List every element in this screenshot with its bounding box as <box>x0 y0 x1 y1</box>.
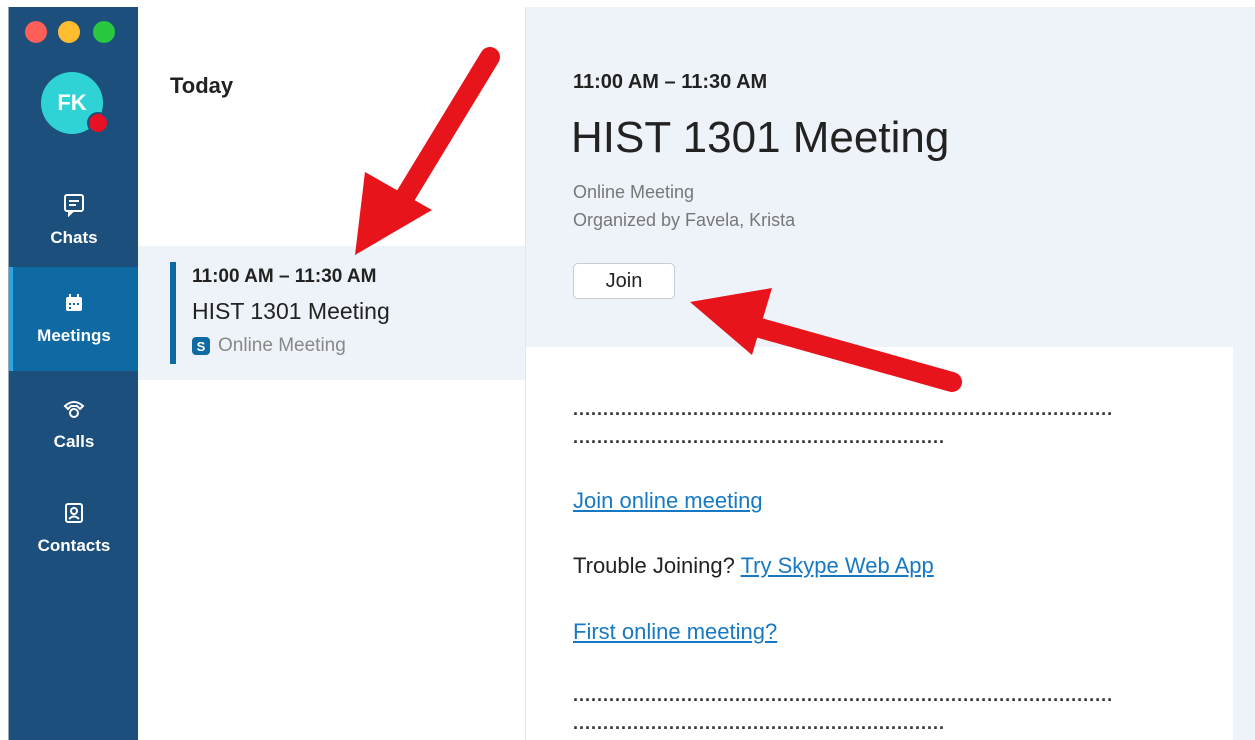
avatar[interactable]: FK <box>41 72 109 134</box>
calendar-icon <box>63 292 85 314</box>
separator-dots: ........................................… <box>573 713 946 733</box>
detail-subtitle: Online Meeting <box>573 182 695 202</box>
separator-dots: ........................................… <box>573 427 946 447</box>
sidebar-item-calls[interactable]: Calls <box>9 373 139 477</box>
join-online-meeting-link[interactable]: Join online meeting <box>573 488 763 514</box>
section-title: Today <box>170 73 234 98</box>
skype-icon: S <box>192 337 210 355</box>
sidebar-item-label: Contacts <box>37 536 111 555</box>
minimize-window-button[interactable] <box>58 21 80 43</box>
avatar-initials: FK <box>57 90 87 115</box>
sidebar-item-label: Calls <box>53 432 95 451</box>
sidebar-item-chats[interactable]: Chats <box>9 169 139 273</box>
join-button[interactable]: Join <box>573 263 675 299</box>
meeting-list-pane: Today 11:00 AM – 11:30 AM HIST 1301 Meet… <box>138 7 526 740</box>
meeting-type: S Online Meeting <box>192 335 346 357</box>
separator-dots: ........................................… <box>573 399 1114 419</box>
page-title: HIST 1301 Meeting <box>571 113 950 162</box>
close-window-button[interactable] <box>25 21 47 43</box>
meeting-body: ........................................… <box>526 347 1233 740</box>
skype-web-app-link[interactable]: Try Skype Web App <box>741 553 934 578</box>
detail-organizer: Organized by Favela, Krista <box>573 210 796 230</box>
trouble-joining-line: Trouble Joining? Try Skype Web App <box>573 553 934 579</box>
sidebar-item-label: Meetings <box>37 326 111 345</box>
selection-indicator <box>170 262 176 364</box>
skype-window: FK Chats Meetings Calls Contacts Today 1… <box>0 0 1255 740</box>
meeting-title: HIST 1301 Meeting <box>192 298 390 324</box>
trouble-joining-text: Trouble Joining? <box>573 553 735 578</box>
list-item[interactable]: 11:00 AM – 11:30 AM HIST 1301 Meeting S … <box>138 246 525 380</box>
sidebar-item-label: Chats <box>50 228 98 247</box>
detail-time: 11:00 AM – 11:30 AM <box>573 71 768 93</box>
zoom-window-button[interactable] <box>93 21 115 43</box>
sidebar-item-meetings[interactable]: Meetings <box>9 267 139 371</box>
first-online-meeting-link[interactable]: First online meeting? <box>573 619 777 645</box>
contacts-icon <box>63 502 85 524</box>
chat-icon <box>63 194 85 217</box>
sidebar-item-contacts[interactable]: Contacts <box>9 477 139 581</box>
presence-status-icon <box>87 112 109 134</box>
nav-rail: FK Chats Meetings Calls Contacts <box>8 7 139 740</box>
separator-dots: ........................................… <box>573 685 1114 705</box>
meeting-time: 11:00 AM – 11:30 AM <box>192 266 377 287</box>
phone-icon <box>63 398 85 420</box>
meeting-detail-pane: 11:00 AM – 11:30 AM HIST 1301 Meeting On… <box>526 7 1255 740</box>
meeting-type-label: Online Meeting <box>218 335 346 356</box>
